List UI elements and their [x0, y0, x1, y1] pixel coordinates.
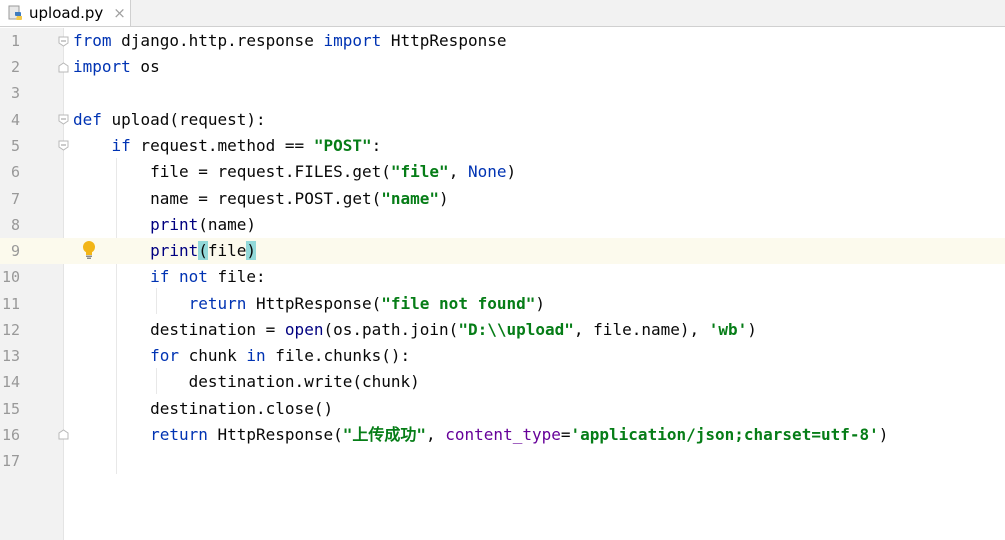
code-line-2: 2 import os: [0, 54, 1005, 80]
tab-label: upload.py: [29, 4, 104, 22]
code-text: import os: [73, 57, 160, 76]
code-line-10: 10 if not file:: [0, 264, 1005, 290]
code-text: print(name): [150, 215, 257, 234]
line-number: 16: [1, 426, 20, 444]
line-number: 17: [1, 452, 20, 470]
line-number: 2: [10, 58, 20, 76]
code-text: file = request.FILES.get("file", None): [150, 162, 517, 181]
code-text: from django.http.response import HttpRes…: [73, 31, 507, 50]
line-number: 11: [1, 295, 20, 313]
line-number: 8: [10, 216, 20, 234]
close-icon[interactable]: ×: [113, 4, 126, 22]
code-line-8: 8 print(name): [0, 212, 1005, 238]
line-number: 5: [10, 137, 20, 155]
line-number: 12: [1, 321, 20, 339]
line-number: 7: [10, 190, 20, 208]
code-line-15: 15 destination.close(): [0, 396, 1005, 422]
brace-match-close: ): [246, 241, 257, 260]
code-text: return HttpResponse("上传成功", content_type…: [150, 425, 889, 444]
code-line-6: 6 file = request.FILES.get("file", None): [0, 159, 1005, 185]
code-text: if not file:: [150, 267, 266, 286]
line-number: 3: [10, 84, 20, 102]
line-number: 13: [1, 347, 20, 365]
code-text: return HttpResponse("file not found"): [188, 294, 546, 313]
code-line-12: 12 destination = open(os.path.join("D:\\…: [0, 317, 1005, 343]
code-text: destination.close(): [150, 399, 334, 418]
code-line-16: 16 return HttpResponse("上传成功", content_t…: [0, 422, 1005, 448]
line-number: 9: [10, 242, 20, 260]
line-number: 15: [1, 400, 20, 418]
line-number: 1: [10, 32, 20, 50]
code-line-1: 1 from django.http.response import HttpR…: [0, 28, 1005, 54]
code-line-4: 4 def upload(request):: [0, 107, 1005, 133]
code-line-17: 17: [0, 448, 1005, 474]
line-number: 10: [1, 268, 20, 286]
line-number: 14: [1, 373, 20, 391]
code-line-13: 13 for chunk in file.chunks():: [0, 343, 1005, 369]
code-line-14: 14 destination.write(chunk): [0, 369, 1005, 395]
code-line-11: 11 return HttpResponse("file not found"): [0, 291, 1005, 317]
code-text: destination = open(os.path.join("D:\\upl…: [150, 320, 757, 339]
code-line-7: 7 name = request.POST.get("name"): [0, 186, 1005, 212]
code-text: destination.write(chunk): [188, 372, 420, 391]
line-number: 4: [10, 111, 20, 129]
python-file-icon: [8, 5, 22, 20]
editor-tab-bar: upload.py ×: [0, 0, 1005, 27]
brace-match-open: (: [198, 241, 208, 260]
code-line-3: 3: [0, 80, 1005, 106]
tab-upload-py[interactable]: upload.py ×: [0, 0, 131, 26]
code-text: for chunk in file.chunks():: [150, 346, 411, 365]
code-text: name = request.POST.get("name"): [150, 189, 449, 208]
code-line-9-current: 9 print(file): [0, 238, 1005, 264]
line-number: 6: [10, 163, 20, 181]
code-text: print(file): [150, 241, 257, 260]
code-text: if request.method == "POST":: [111, 136, 382, 155]
code-line-5: 5 if request.method == "POST":: [0, 133, 1005, 159]
code-text: def upload(request):: [73, 110, 266, 129]
